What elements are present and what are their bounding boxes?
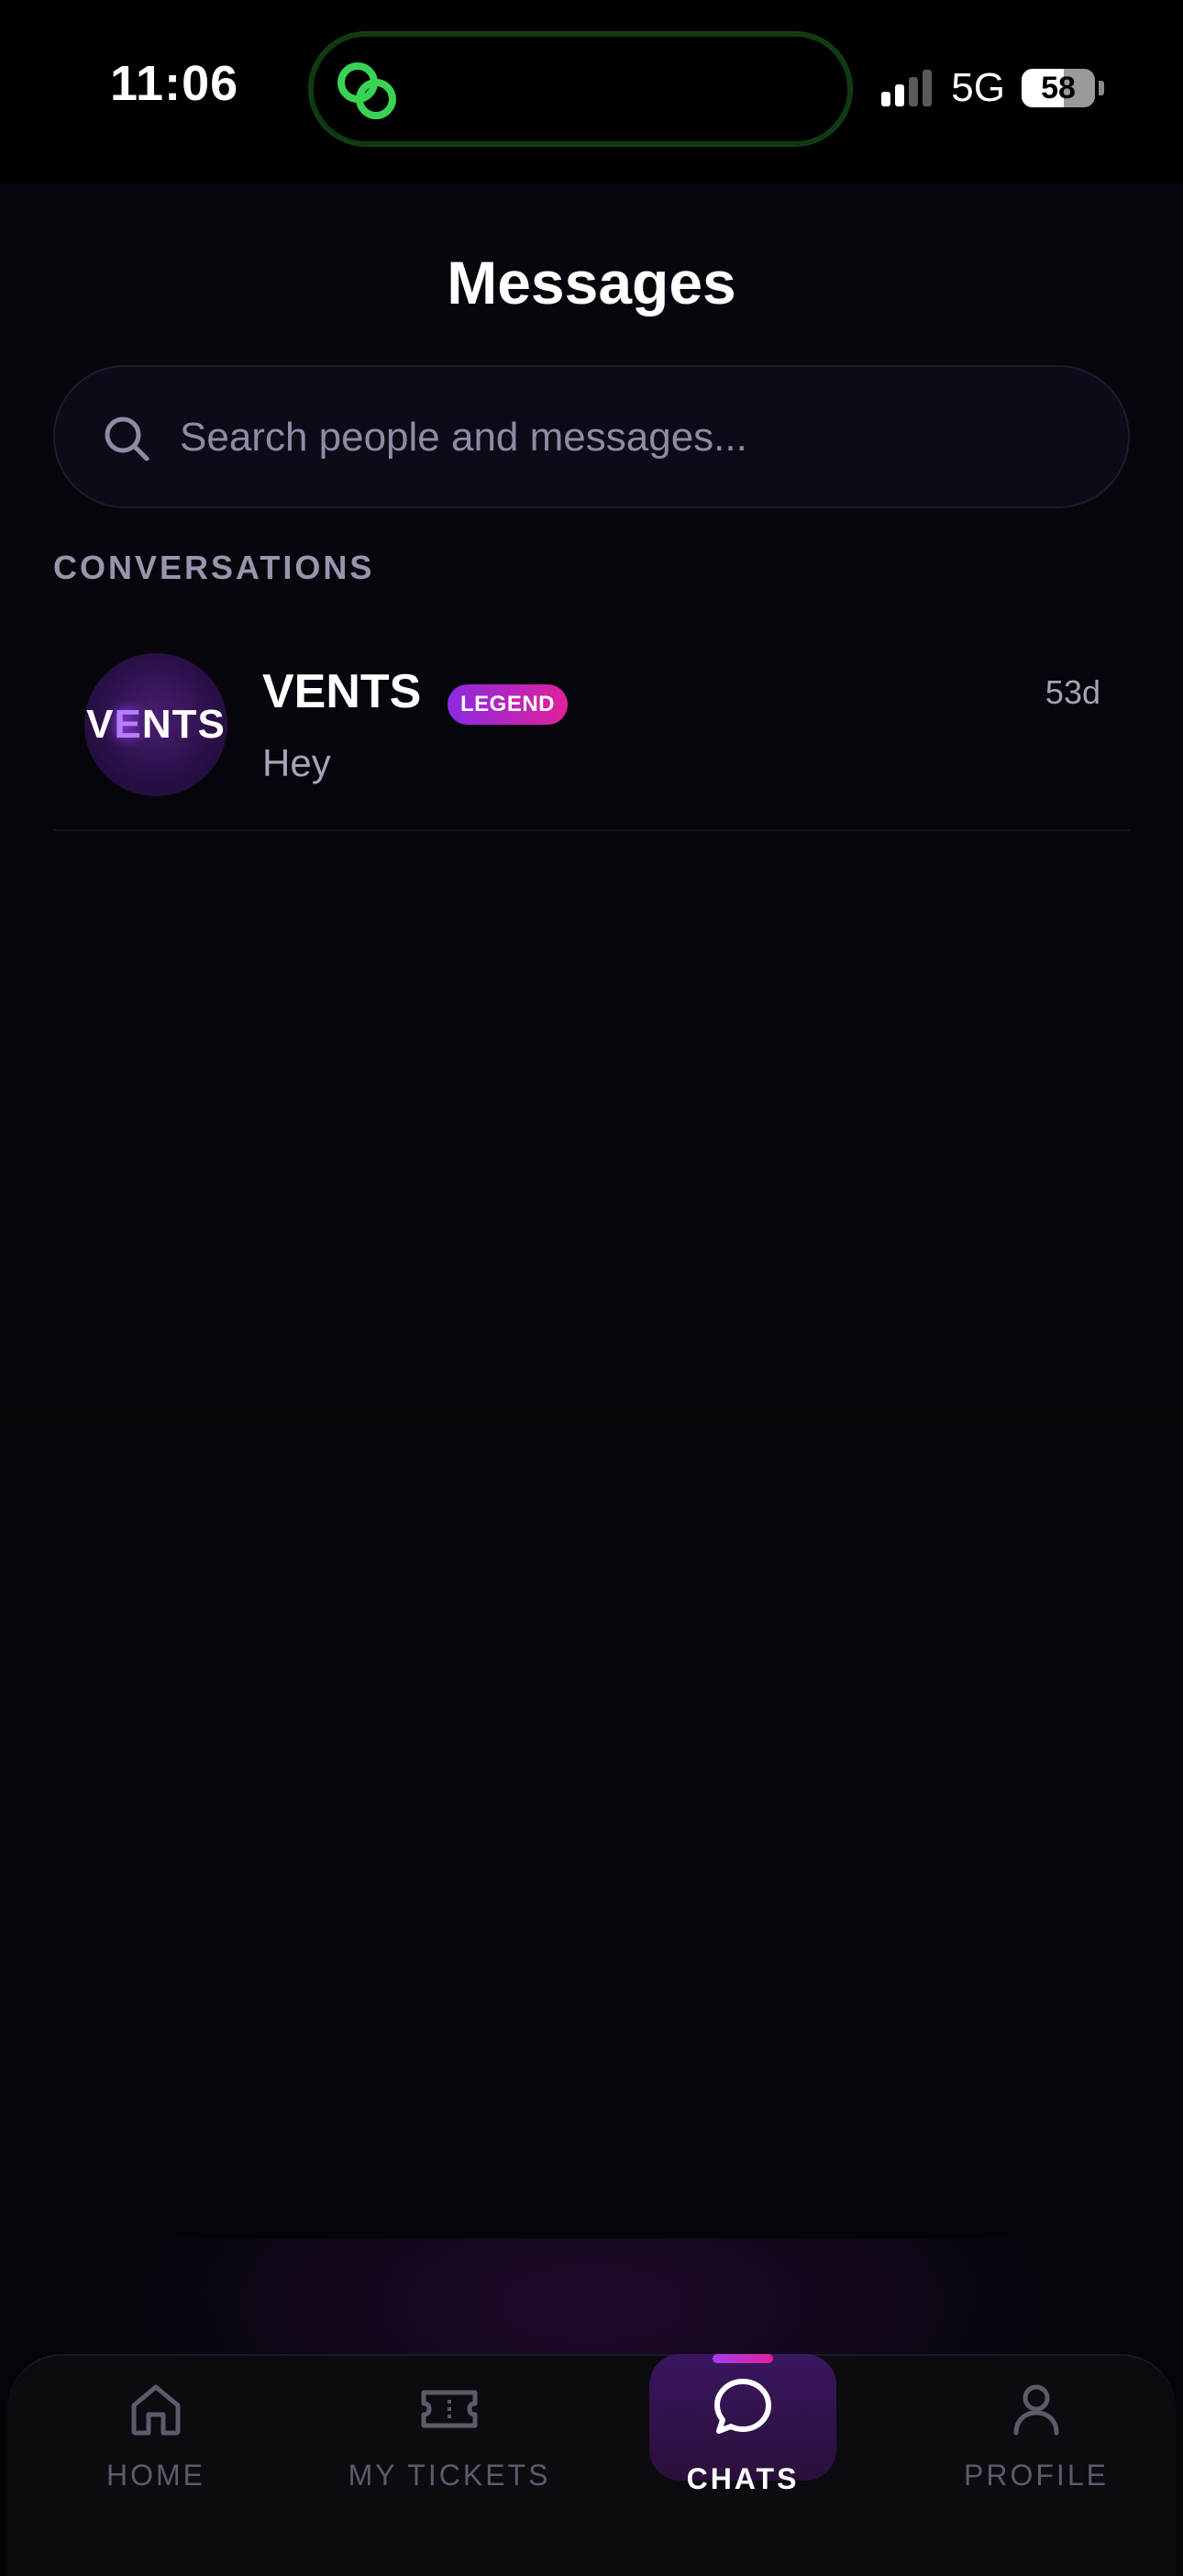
home-icon [131,2384,181,2436]
status-indicators: 5G 58 [881,61,1104,116]
nav-label-home: HOME [106,2459,205,2492]
section-label: CONVERSATIONS [53,549,375,586]
dynamic-island[interactable] [308,31,853,147]
search-icon [105,416,149,461]
nav-item-my-tickets[interactable]: MY TICKETS [303,2356,596,2567]
bottom-nav: HOME MY TICKETS CHATS PROFILE [7,2354,1176,2576]
battery-icon: 58 [1022,69,1095,107]
profile-icon [1013,2384,1059,2436]
battery-cap [1099,81,1104,95]
conversation-time: 53d [1045,673,1100,711]
chat-bubble-icon [714,2379,771,2434]
avatar[interactable]: VENTS [84,653,227,796]
ticket-icon [421,2390,478,2428]
conversation-last-message: Hey [262,741,331,784]
nav-label-chats: CHATS [686,2462,800,2495]
messages-screen: 11:06 5G 58 Messages CONVERSATIONS [0,0,1183,2576]
nav-item-home[interactable]: HOME [9,2356,303,2567]
page-title: Messages [447,249,736,316]
avatar-logo: VENTS [86,702,226,747]
network-type: 5G [951,65,1005,110]
search-bar[interactable] [53,365,1130,508]
battery-level: 58 [1041,70,1076,105]
legend-badge: LEGEND [448,684,569,725]
nav-item-chats[interactable]: CHATS [596,2354,890,2567]
status-time: 11:06 [110,56,239,111]
conversation-name: VENTS [262,665,422,718]
active-tab-indicator [713,2354,773,2363]
nav-label-my-tickets: MY TICKETS [348,2459,551,2492]
search-input[interactable] [178,367,1080,508]
link-rings-icon [337,62,396,119]
nav-label-profile: PROFILE [964,2459,1109,2492]
nav-item-profile[interactable]: PROFILE [890,2356,1183,2567]
conversation-item[interactable]: VENTS VENTS LEGEND 53d Hey [53,633,1130,831]
signal-icon [881,70,934,106]
